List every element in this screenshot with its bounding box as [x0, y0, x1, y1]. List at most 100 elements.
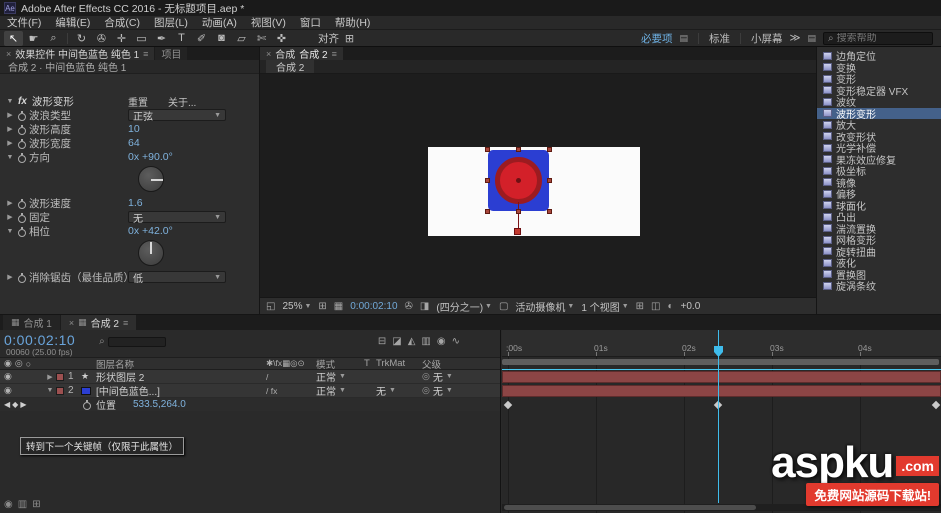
- scrollbar-thumb[interactable]: [504, 505, 756, 510]
- magnification-dropdown[interactable]: 25% ▼: [282, 301, 311, 312]
- motion-blur-icon[interactable]: ◉: [437, 336, 446, 347]
- shape-tool-icon[interactable]: ▭: [132, 31, 151, 46]
- twirl-open-icon[interactable]: ▼: [4, 98, 16, 105]
- stopwatch-icon[interactable]: [18, 139, 26, 148]
- tab-project[interactable]: 项目: [155, 47, 187, 60]
- selection-handle[interactable]: [516, 147, 521, 152]
- stopwatch-icon[interactable]: [18, 227, 26, 236]
- switches-column-header[interactable]: ✱\fx▦◎⊙: [266, 358, 316, 369]
- layer-name[interactable]: 形状图层 2: [96, 369, 266, 384]
- twirl-closed-icon[interactable]: ▶: [4, 125, 16, 133]
- align-options-icon[interactable]: ⊞: [340, 31, 359, 46]
- pickwhip-icon[interactable]: ◎: [422, 385, 430, 396]
- workspace-icon[interactable]: ▤: [679, 33, 688, 44]
- position-value[interactable]: 533.5,264.0: [133, 399, 186, 410]
- menu-file[interactable]: 文件(F): [0, 15, 48, 30]
- composition-viewer[interactable]: [260, 74, 816, 297]
- menu-view[interactable]: 视图(V): [244, 15, 293, 30]
- eraser-tool-icon[interactable]: ▱: [232, 31, 251, 46]
- zoom-tool-icon[interactable]: ⌕: [44, 31, 63, 46]
- timeline-search[interactable]: ⌕: [99, 336, 166, 347]
- selection-handle[interactable]: [485, 147, 490, 152]
- pinning-dropdown[interactable]: 无 ▼: [128, 211, 226, 223]
- mini-flowchart-icon[interactable]: ⊞: [636, 301, 644, 312]
- property-name[interactable]: 位置: [96, 397, 116, 412]
- menu-edit[interactable]: 编辑(E): [48, 15, 97, 30]
- twirl-closed-icon[interactable]: ▶: [4, 111, 16, 119]
- pan-behind-tool-icon[interactable]: ✛: [112, 31, 131, 46]
- wave-width-value[interactable]: 64: [128, 137, 140, 149]
- twirl-closed-icon[interactable]: ▶: [4, 273, 16, 281]
- work-area-bar[interactable]: [502, 359, 939, 365]
- workspace-menu-icon[interactable]: ▤: [807, 33, 816, 44]
- rotation-tool-icon[interactable]: ↻: [72, 31, 91, 46]
- twirl-closed-icon[interactable]: ▶: [4, 139, 16, 147]
- camera-dropdown[interactable]: 活动摄像机 ▼: [515, 299, 574, 314]
- close-icon[interactable]: ×: [266, 49, 271, 59]
- current-timecode[interactable]: 0:00:02:10: [4, 332, 75, 348]
- snapshot-icon[interactable]: ✇: [405, 301, 413, 312]
- mode-dropdown[interactable]: 正常 ▼: [316, 369, 364, 384]
- viewer-tab-comp2[interactable]: 合成 2: [266, 60, 314, 73]
- twirl-open-icon[interactable]: ▼: [4, 228, 16, 235]
- exposure-icon[interactable]: ◐: [667, 301, 673, 312]
- exposure-value[interactable]: +0.0: [681, 301, 701, 312]
- fx-badge-icon[interactable]: fx: [18, 96, 27, 107]
- region-of-interest-icon[interactable]: ◱: [266, 301, 275, 312]
- selection-handle[interactable]: [547, 209, 552, 214]
- wave-type-dropdown[interactable]: 正弦 ▼: [128, 109, 226, 121]
- layer-switches[interactable]: / fx: [266, 386, 316, 396]
- stopwatch-icon[interactable]: [18, 125, 26, 134]
- phase-dial[interactable]: [138, 240, 164, 266]
- next-keyframe-button[interactable]: ▶: [20, 400, 26, 409]
- draft-3d-icon[interactable]: ◪: [392, 336, 401, 347]
- frame-blend-icon[interactable]: ▥: [421, 336, 430, 347]
- direction-value[interactable]: 0x +90.0°: [128, 151, 173, 163]
- grid-guides-icon[interactable]: ⊞: [318, 301, 326, 312]
- layer-row-1[interactable]: ◉ ▶ 1 ★ 形状图层 2 / 正常 ▼ ◎ 无 ▼: [0, 370, 500, 384]
- effect-item[interactable]: 旋涡条纹: [817, 280, 941, 292]
- view-layout-dropdown[interactable]: 1 个视图 ▼: [581, 299, 628, 314]
- menu-layer[interactable]: 图层(L): [147, 15, 195, 30]
- menu-composition[interactable]: 合成(C): [97, 15, 147, 30]
- motion-path-endpoint[interactable]: [514, 228, 521, 235]
- expand-switches-icon[interactable]: ◉: [4, 499, 13, 510]
- roi-icon[interactable]: ▢: [499, 301, 508, 312]
- camera-tool-icon[interactable]: ✇: [92, 31, 111, 46]
- puppet-pin-tool-icon[interactable]: ✜: [272, 31, 291, 46]
- selection-handle[interactable]: [516, 209, 521, 214]
- channels-icon[interactable]: ◨: [420, 301, 429, 312]
- wave-height-value[interactable]: 10: [128, 123, 140, 135]
- pixel-aspect-icon[interactable]: ◫: [651, 301, 660, 312]
- panel-menu-icon[interactable]: ≡: [123, 318, 128, 328]
- about-button[interactable]: 关于...: [168, 94, 196, 109]
- help-search-input[interactable]: [837, 33, 919, 44]
- layer-name[interactable]: [中间色蓝色...]: [96, 383, 266, 398]
- close-icon[interactable]: ×: [6, 49, 11, 59]
- add-keyframe-button[interactable]: ◆: [12, 400, 18, 409]
- toggle-modes-icon[interactable]: ▥: [18, 499, 27, 510]
- pen-tool-icon[interactable]: ✒: [152, 31, 171, 46]
- twirl-open-icon[interactable]: ▼: [44, 387, 56, 394]
- timeline-search-input[interactable]: [108, 337, 166, 347]
- toggle-graph-icon[interactable]: ⊞: [32, 499, 40, 510]
- brush-tool-icon[interactable]: ✐: [192, 31, 211, 46]
- direction-dial[interactable]: [138, 166, 164, 192]
- twirl-closed-icon[interactable]: ▶: [4, 199, 16, 207]
- mode-dropdown[interactable]: 正常 ▼: [316, 383, 364, 398]
- wave-speed-value[interactable]: 1.6: [128, 197, 143, 209]
- stopwatch-icon[interactable]: [83, 400, 91, 409]
- workspace-essentials[interactable]: 必要项: [641, 31, 673, 46]
- antialiasing-dropdown[interactable]: 低 ▼: [128, 271, 226, 283]
- stopwatch-icon[interactable]: [18, 213, 26, 222]
- workspace-small-screen[interactable]: 小屏幕: [751, 31, 783, 46]
- text-tool-icon[interactable]: T: [172, 31, 191, 46]
- selection-tool-icon[interactable]: ↖: [4, 31, 23, 46]
- eye-icon[interactable]: ◉: [4, 371, 12, 382]
- preview-timecode[interactable]: 0:00:02:10: [350, 301, 397, 312]
- hide-shy-icon[interactable]: ◭: [408, 336, 416, 347]
- panel-menu-icon[interactable]: ≡: [332, 49, 337, 59]
- eye-icon[interactable]: ◉: [4, 385, 12, 396]
- parent-dropdown[interactable]: ◎ 无 ▼: [422, 369, 500, 384]
- selection-handle[interactable]: [547, 147, 552, 152]
